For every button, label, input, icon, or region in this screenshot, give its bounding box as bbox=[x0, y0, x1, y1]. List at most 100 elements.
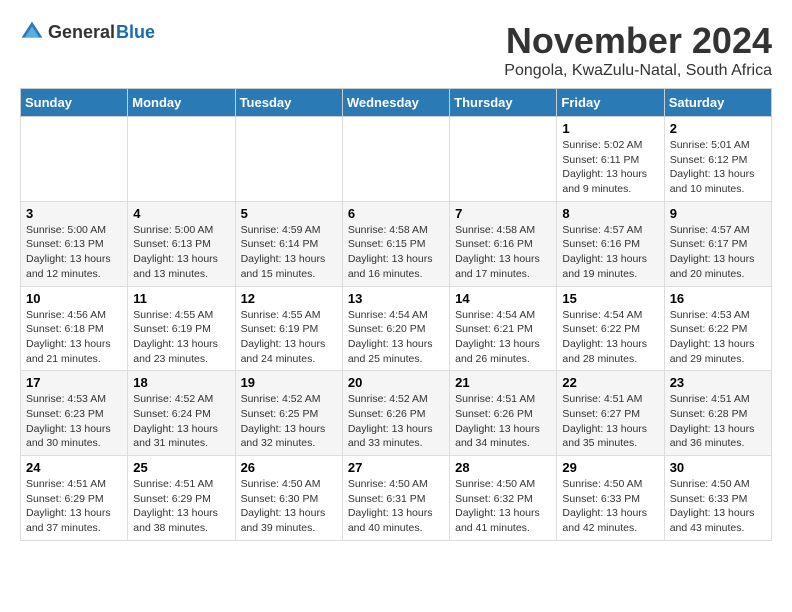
day-number: 3 bbox=[26, 206, 122, 221]
calendar-cell: 20 Sunrise: 4:52 AM Sunset: 6:26 PM Dayli… bbox=[342, 371, 449, 456]
day-number: 14 bbox=[455, 291, 551, 306]
day-number: 2 bbox=[670, 121, 766, 136]
calendar-cell: 23 Sunrise: 4:51 AM Sunset: 6:28 PM Dayli… bbox=[664, 371, 771, 456]
calendar-cell: 19 Sunrise: 4:52 AM Sunset: 6:25 PM Dayli… bbox=[235, 371, 342, 456]
day-detail: Sunrise: 5:00 AM Sunset: 6:13 PM Dayligh… bbox=[133, 223, 229, 282]
calendar-cell: 28 Sunrise: 4:50 AM Sunset: 6:32 PM Dayli… bbox=[450, 456, 557, 541]
day-number: 20 bbox=[348, 375, 444, 390]
day-detail: Sunrise: 4:53 AM Sunset: 6:23 PM Dayligh… bbox=[26, 392, 122, 451]
calendar-cell bbox=[21, 117, 128, 202]
day-number: 10 bbox=[26, 291, 122, 306]
day-detail: Sunrise: 4:51 AM Sunset: 6:27 PM Dayligh… bbox=[562, 392, 658, 451]
calendar-cell: 9 Sunrise: 4:57 AM Sunset: 6:17 PM Daylig… bbox=[664, 201, 771, 286]
day-detail: Sunrise: 4:52 AM Sunset: 6:24 PM Dayligh… bbox=[133, 392, 229, 451]
col-header-thursday: Thursday bbox=[450, 89, 557, 117]
calendar-cell: 2 Sunrise: 5:01 AM Sunset: 6:12 PM Daylig… bbox=[664, 117, 771, 202]
logo-icon bbox=[20, 20, 44, 44]
day-number: 26 bbox=[241, 460, 337, 475]
day-detail: Sunrise: 4:51 AM Sunset: 6:29 PM Dayligh… bbox=[133, 477, 229, 536]
day-detail: Sunrise: 4:50 AM Sunset: 6:31 PM Dayligh… bbox=[348, 477, 444, 536]
day-number: 19 bbox=[241, 375, 337, 390]
calendar-row-0: 1 Sunrise: 5:02 AM Sunset: 6:11 PM Daylig… bbox=[21, 117, 772, 202]
calendar-cell: 5 Sunrise: 4:59 AM Sunset: 6:14 PM Daylig… bbox=[235, 201, 342, 286]
day-detail: Sunrise: 4:50 AM Sunset: 6:32 PM Dayligh… bbox=[455, 477, 551, 536]
day-number: 5 bbox=[241, 206, 337, 221]
day-detail: Sunrise: 4:50 AM Sunset: 6:33 PM Dayligh… bbox=[562, 477, 658, 536]
calendar-cell: 29Sunrise: 4:50 AM Sunset: 6:33 PM Dayli… bbox=[557, 456, 664, 541]
main-title: November 2024 bbox=[504, 20, 772, 62]
day-number: 6 bbox=[348, 206, 444, 221]
day-detail: Sunrise: 4:53 AM Sunset: 6:22 PM Dayligh… bbox=[670, 308, 766, 367]
day-detail: Sunrise: 4:52 AM Sunset: 6:26 PM Dayligh… bbox=[348, 392, 444, 451]
day-detail: Sunrise: 4:51 AM Sunset: 6:26 PM Dayligh… bbox=[455, 392, 551, 451]
day-number: 9 bbox=[670, 206, 766, 221]
day-number: 7 bbox=[455, 206, 551, 221]
day-detail: Sunrise: 5:02 AM Sunset: 6:11 PM Dayligh… bbox=[562, 138, 658, 197]
calendar-row-4: 24 Sunrise: 4:51 AM Sunset: 6:29 PM Dayli… bbox=[21, 456, 772, 541]
day-number: 25 bbox=[133, 460, 229, 475]
day-number: 30 bbox=[670, 460, 766, 475]
day-number: 28 bbox=[455, 460, 551, 475]
day-detail: Sunrise: 4:50 AM Sunset: 6:30 PM Dayligh… bbox=[241, 477, 337, 536]
day-detail: Sunrise: 5:01 AM Sunset: 6:12 PM Dayligh… bbox=[670, 138, 766, 197]
day-number: 18 bbox=[133, 375, 229, 390]
day-detail: Sunrise: 4:54 AM Sunset: 6:20 PM Dayligh… bbox=[348, 308, 444, 367]
calendar-row-1: 3 Sunrise: 5:00 AM Sunset: 6:13 PM Daylig… bbox=[21, 201, 772, 286]
header: General Blue November 2024 Pongola, KwaZ… bbox=[20, 20, 772, 80]
calendar-cell: 15Sunrise: 4:54 AM Sunset: 6:22 PM Dayli… bbox=[557, 286, 664, 371]
day-number: 22 bbox=[562, 375, 658, 390]
calendar-cell: 1 Sunrise: 5:02 AM Sunset: 6:11 PM Daylig… bbox=[557, 117, 664, 202]
calendar-cell: 7Sunrise: 4:58 AM Sunset: 6:16 PM Daylig… bbox=[450, 201, 557, 286]
col-header-friday: Friday bbox=[557, 89, 664, 117]
calendar-cell: 12Sunrise: 4:55 AM Sunset: 6:19 PM Dayli… bbox=[235, 286, 342, 371]
day-number: 27 bbox=[348, 460, 444, 475]
calendar-cell: 25 Sunrise: 4:51 AM Sunset: 6:29 PM Dayli… bbox=[128, 456, 235, 541]
logo-blue: Blue bbox=[116, 22, 155, 43]
calendar-cell: 24Sunrise: 4:51 AM Sunset: 6:29 PM Dayli… bbox=[21, 456, 128, 541]
calendar-cell bbox=[450, 117, 557, 202]
day-detail: Sunrise: 4:58 AM Sunset: 6:15 PM Dayligh… bbox=[348, 223, 444, 282]
title-area: November 2024 Pongola, KwaZulu-Natal, So… bbox=[504, 20, 772, 80]
col-header-saturday: Saturday bbox=[664, 89, 771, 117]
day-number: 16 bbox=[670, 291, 766, 306]
calendar-cell: 13 Sunrise: 4:54 AM Sunset: 6:20 PM Dayli… bbox=[342, 286, 449, 371]
day-detail: Sunrise: 4:50 AM Sunset: 6:33 PM Dayligh… bbox=[670, 477, 766, 536]
calendar-row-2: 10Sunrise: 4:56 AM Sunset: 6:18 PM Dayli… bbox=[21, 286, 772, 371]
day-detail: Sunrise: 4:57 AM Sunset: 6:17 PM Dayligh… bbox=[670, 223, 766, 282]
calendar-cell: 22 Sunrise: 4:51 AM Sunset: 6:27 PM Dayli… bbox=[557, 371, 664, 456]
calendar-cell: 8 Sunrise: 4:57 AM Sunset: 6:16 PM Daylig… bbox=[557, 201, 664, 286]
day-number: 24 bbox=[26, 460, 122, 475]
calendar-cell: 18 Sunrise: 4:52 AM Sunset: 6:24 PM Dayli… bbox=[128, 371, 235, 456]
calendar-cell: 26 Sunrise: 4:50 AM Sunset: 6:30 PM Dayli… bbox=[235, 456, 342, 541]
calendar-cell: 16 Sunrise: 4:53 AM Sunset: 6:22 PM Dayli… bbox=[664, 286, 771, 371]
day-number: 17 bbox=[26, 375, 122, 390]
calendar-cell: 14Sunrise: 4:54 AM Sunset: 6:21 PM Dayli… bbox=[450, 286, 557, 371]
day-detail: Sunrise: 4:59 AM Sunset: 6:14 PM Dayligh… bbox=[241, 223, 337, 282]
calendar-cell: 27 Sunrise: 4:50 AM Sunset: 6:31 PM Dayli… bbox=[342, 456, 449, 541]
calendar-cell: 11 Sunrise: 4:55 AM Sunset: 6:19 PM Dayli… bbox=[128, 286, 235, 371]
day-number: 13 bbox=[348, 291, 444, 306]
calendar-cell: 6 Sunrise: 4:58 AM Sunset: 6:15 PM Daylig… bbox=[342, 201, 449, 286]
day-number: 15 bbox=[562, 291, 658, 306]
calendar-row-3: 17 Sunrise: 4:53 AM Sunset: 6:23 PM Dayli… bbox=[21, 371, 772, 456]
calendar-cell bbox=[235, 117, 342, 202]
calendar-cell: 30 Sunrise: 4:50 AM Sunset: 6:33 PM Dayli… bbox=[664, 456, 771, 541]
day-detail: Sunrise: 5:00 AM Sunset: 6:13 PM Dayligh… bbox=[26, 223, 122, 282]
col-header-sunday: Sunday bbox=[21, 89, 128, 117]
day-detail: Sunrise: 4:55 AM Sunset: 6:19 PM Dayligh… bbox=[133, 308, 229, 367]
col-header-wednesday: Wednesday bbox=[342, 89, 449, 117]
calendar-cell: 3 Sunrise: 5:00 AM Sunset: 6:13 PM Daylig… bbox=[21, 201, 128, 286]
calendar-cell: 21 Sunrise: 4:51 AM Sunset: 6:26 PM Dayli… bbox=[450, 371, 557, 456]
calendar-table: SundayMondayTuesdayWednesdayThursdayFrid… bbox=[20, 88, 772, 541]
day-number: 11 bbox=[133, 291, 229, 306]
day-detail: Sunrise: 4:51 AM Sunset: 6:28 PM Dayligh… bbox=[670, 392, 766, 451]
logo-general: General bbox=[48, 22, 115, 43]
day-number: 8 bbox=[562, 206, 658, 221]
day-number: 23 bbox=[670, 375, 766, 390]
day-number: 1 bbox=[562, 121, 658, 136]
calendar-cell: 17 Sunrise: 4:53 AM Sunset: 6:23 PM Dayli… bbox=[21, 371, 128, 456]
col-header-monday: Monday bbox=[128, 89, 235, 117]
day-number: 21 bbox=[455, 375, 551, 390]
day-detail: Sunrise: 4:52 AM Sunset: 6:25 PM Dayligh… bbox=[241, 392, 337, 451]
day-detail: Sunrise: 4:57 AM Sunset: 6:16 PM Dayligh… bbox=[562, 223, 658, 282]
